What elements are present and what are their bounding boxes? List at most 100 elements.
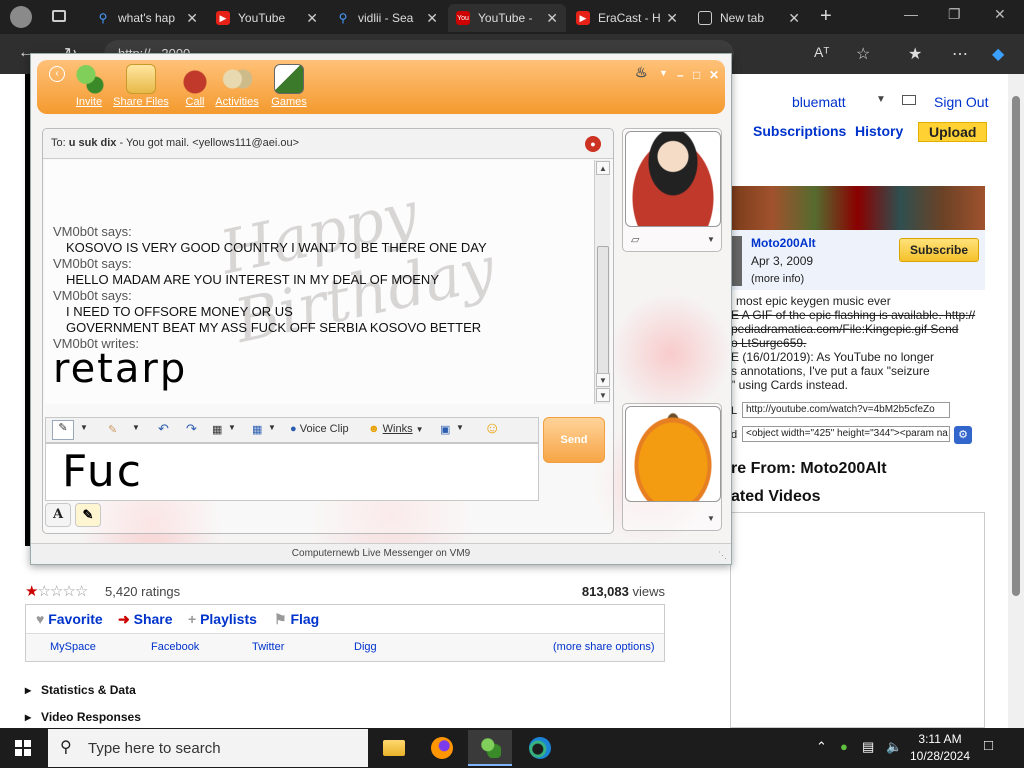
statistics-section[interactable]: ▸ Statistics & Data [25,683,136,697]
block-contact-icon[interactable]: ● [585,136,601,152]
contact-name[interactable]: u suk dix [69,137,117,149]
video-responses-section[interactable]: ▸ Video Responses [25,710,141,724]
scroll-down-icon[interactable]: ▼ [596,388,610,402]
browser-tab-2[interactable]: ▶ YouTube ✕ [208,4,326,32]
favorites-icon[interactable]: ★ [908,44,922,64]
username-link[interactable]: bluematt [792,94,846,110]
redo-icon[interactable]: ↷ [186,421,197,437]
eraser-dropdown-icon[interactable]: ▼ [132,423,140,432]
edge-icon[interactable] [518,730,562,766]
grid-icon[interactable]: ▦ [212,423,222,436]
winks-button[interactable]: ☻ Winks ▼ [368,423,424,435]
dp-options-icon[interactable]: ▱ [631,233,639,246]
undo-icon[interactable]: ↶ [158,421,169,437]
voice-clip-button[interactable]: ● Voice Clip [290,423,349,435]
browser-tab-1[interactable]: ⚲ what's hap ✕ [88,4,206,32]
contact-display-picture[interactable] [625,131,721,227]
copilot-icon[interactable]: ◆ [992,44,1004,64]
my-display-picture-pumpkin[interactable] [625,406,721,502]
read-aloud-icon[interactable]: Aᵀ [814,44,829,60]
history-link[interactable]: History [855,123,903,139]
ink-mode-button[interactable]: ✎ [75,503,101,527]
restore-icon[interactable]: ❐ [948,6,961,23]
more-menu-icon[interactable]: ⋯ [952,44,968,64]
upload-button[interactable]: Upload [918,122,988,142]
favorite-action[interactable]: ♥ Favorite [36,611,103,627]
firefox-icon[interactable] [420,730,464,766]
favorite-star-icon[interactable]: ☆ [856,44,870,64]
share-action[interactable]: ➜ Share [118,611,173,628]
share-facebook-link[interactable]: Facebook [151,641,199,653]
backgrounds-dropdown-icon[interactable]: ▼ [456,423,464,432]
tab-actions-icon[interactable] [52,10,66,22]
profile-avatar[interactable] [10,6,32,28]
sign-out-link[interactable]: Sign Out [934,94,988,110]
page-scrollbar[interactable] [1008,74,1024,728]
activities-button[interactable]: Activities [213,64,261,108]
related-videos-heading[interactable]: ated Videos [731,488,821,506]
taskbar-clock[interactable]: 3:11 AM 10/28/2024 [908,731,972,765]
scroll-up-icon[interactable]: ▲ [596,161,610,175]
browser-tab-5[interactable]: ▶ EraCast - H ✕ [568,4,686,32]
playlists-action[interactable]: + Playlists [188,611,257,627]
games-button[interactable]: Games [265,64,313,108]
tray-overflow-icon[interactable]: ⌃ [816,739,827,755]
history-scroll-thumb[interactable] [597,246,609,386]
more-from-heading[interactable]: re From: Moto200Alt [731,460,887,478]
browser-tab-3[interactable]: ⚲ vidlii - Sea ✕ [328,4,446,32]
mail-icon[interactable] [902,95,916,105]
star-filled-icon[interactable]: ★ [25,583,38,600]
backgrounds-icon[interactable]: ▣ [440,423,450,436]
share-myspace-link[interactable]: MySpace [50,641,96,653]
more-info-link[interactable]: (more info) [751,273,804,285]
send-button[interactable]: Send [543,417,605,463]
messenger-taskbar-icon[interactable] [468,730,512,766]
close-icon[interactable]: ✕ [709,68,719,82]
history-scrollbar[interactable]: ▲ ▼ ▼ [594,160,610,404]
eraser-icon[interactable]: ✎ [108,423,117,436]
start-button[interactable] [0,728,46,768]
browser-tab-6[interactable]: New tab ✕ [690,4,808,32]
flag-action[interactable]: ⚑ Flag [274,611,319,628]
url-field[interactable]: http://youtube.com/watch?v=4bM2b5cfeZo [742,402,950,418]
network-icon[interactable]: ▤ [862,739,874,755]
share-digg-link[interactable]: Digg [354,641,377,653]
maximize-icon[interactable]: □ [693,68,700,82]
close-tab-icon[interactable]: ✕ [306,10,318,27]
star-empty-icon[interactable]: ☆ [62,583,75,600]
taskbar-search[interactable]: ⚲ Type here to search [48,729,368,767]
scrollbar-thumb[interactable] [1012,96,1020,596]
star-empty-icon[interactable]: ☆ [50,583,63,600]
star-rating[interactable]: ★☆☆☆☆ [25,582,88,600]
dp-dropdown-icon[interactable]: ▼ [707,235,715,244]
back-circle-icon[interactable]: ‹ [49,66,65,82]
more-share-options-link[interactable]: (more share options) [553,641,655,653]
share-twitter-link[interactable]: Twitter [252,641,284,653]
file-explorer-icon[interactable] [372,730,416,766]
pen-dropdown-icon[interactable]: ▼ [80,423,88,432]
text-mode-button[interactable]: A [45,503,71,527]
close-tab-icon[interactable]: ✕ [788,10,800,27]
handwriting-pen-icon[interactable]: ✎ [52,420,74,440]
volume-icon[interactable]: 🔈 [886,739,902,755]
resize-grip-icon[interactable]: ⋱ [718,550,727,561]
star-empty-icon[interactable]: ☆ [37,583,50,600]
new-tab-button[interactable]: + [820,5,832,28]
channel-name-link[interactable]: Moto200Alt [751,236,816,250]
minimize-icon[interactable]: — [904,6,918,22]
my-dp-dropdown-icon[interactable]: ▼ [707,514,715,523]
options-dropdown-icon[interactable]: ▼ [659,68,668,78]
star-empty-icon[interactable]: ☆ [75,583,88,600]
subscribe-button[interactable]: Subscribe [899,238,979,262]
compose-area[interactable]: Fuc [45,443,539,501]
close-tab-icon[interactable]: ✕ [546,10,558,27]
call-button[interactable]: Call [171,64,219,108]
embed-field[interactable]: <object width="425" height="344"><param … [742,426,950,442]
close-tab-icon[interactable]: ✕ [666,10,678,27]
messenger-tray-icon[interactable]: ● [840,739,848,754]
invite-button[interactable]: Invite [65,64,113,108]
minimize-icon[interactable]: – [677,68,684,82]
embed-settings-icon[interactable]: ⚙ [954,426,972,444]
emoticon-icon[interactable]: ☺ [484,420,500,438]
close-tab-icon[interactable]: ✕ [426,10,438,27]
